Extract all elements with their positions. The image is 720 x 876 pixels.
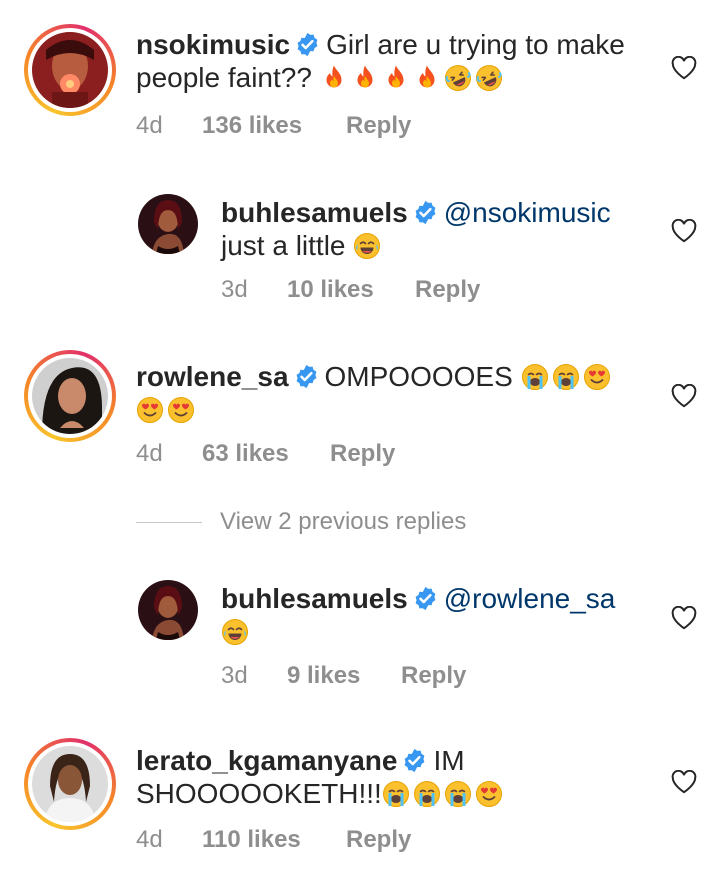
reply-buhlesamuels-2: buhlesamuels @rowlene_sa 3d 9 likes Reply	[0, 548, 720, 708]
username[interactable]: rowlene_sa	[136, 361, 289, 392]
comment-nsokimusic: nsokimusic Girl are u trying to make peop…	[0, 0, 720, 160]
comment-body: Girl are u trying to make	[326, 29, 625, 60]
heart-eyes-emoji	[583, 363, 611, 391]
username[interactable]: lerato_kgamanyane	[136, 745, 397, 776]
timestamp: 4d	[136, 112, 163, 139]
timestamp: 3d	[221, 662, 248, 689]
mention-link[interactable]: @nsokimusic	[444, 197, 611, 228]
comment-text: lerato_kgamanyane IM SHOOOOOKETH!!!	[136, 744, 656, 810]
avatar[interactable]	[138, 194, 198, 254]
fire-emoji	[382, 64, 410, 92]
verified-badge-icon	[295, 32, 320, 57]
sob-emoji	[552, 363, 580, 391]
reply-button[interactable]: Reply	[415, 276, 480, 304]
username[interactable]: buhlesamuels	[221, 197, 408, 228]
avatar-ring[interactable]	[24, 738, 116, 830]
comment-meta: 4d 136 likes Reply	[136, 112, 411, 140]
joy-emoji	[221, 618, 249, 646]
rofl-emoji	[475, 64, 503, 92]
reply-button[interactable]: Reply	[346, 112, 411, 140]
sob-emoji	[521, 363, 549, 391]
timestamp: 4d	[136, 826, 163, 853]
fire-emoji	[351, 64, 379, 92]
timestamp: 4d	[136, 440, 163, 467]
avatar-ring[interactable]	[24, 24, 116, 116]
comment-body: just a little	[221, 230, 346, 261]
comment-text: buhlesamuels @nsokimusic just a little	[221, 196, 651, 262]
avatar	[32, 746, 108, 822]
likes-count[interactable]: 136 likes	[202, 112, 346, 140]
timestamp: 3d	[221, 276, 248, 303]
comment-rowlene-sa: rowlene_sa OMPOOOOES 4d 63 likes Reply	[0, 330, 720, 490]
heart-outline-icon[interactable]	[671, 384, 697, 408]
comment-meta: 4d 63 likes Reply	[136, 440, 395, 468]
reply-buhlesamuels-1: buhlesamuels @nsokimusic just a little 3d…	[0, 160, 720, 320]
heart-outline-icon[interactable]	[671, 606, 697, 630]
comment-text: rowlene_sa OMPOOOOES	[136, 360, 656, 426]
heart-eyes-emoji	[475, 780, 503, 808]
sob-emoji	[413, 780, 441, 808]
reply-button[interactable]: Reply	[330, 440, 395, 468]
heart-outline-icon[interactable]	[671, 770, 697, 794]
fire-emoji	[413, 64, 441, 92]
comment-meta: 3d 9 likes Reply	[221, 662, 466, 690]
sob-emoji	[382, 780, 410, 808]
sob-emoji	[444, 780, 472, 808]
comment-body: OMPOOOOES	[324, 361, 513, 392]
heart-outline-icon[interactable]	[671, 219, 697, 243]
username[interactable]: buhlesamuels	[221, 583, 408, 614]
comment-lerato-kgamanyane: lerato_kgamanyane IM SHOOOOOKETH!!! 4d 11…	[0, 716, 720, 876]
heart-eyes-emoji	[167, 396, 195, 424]
verified-badge-icon	[413, 200, 438, 225]
mention-link[interactable]: @rowlene_sa	[444, 583, 616, 614]
avatar-ring[interactable]	[24, 350, 116, 442]
comment-text: buhlesamuels @rowlene_sa	[221, 582, 651, 648]
verified-badge-icon	[402, 748, 427, 773]
comment-body-2: people faint??	[136, 62, 312, 93]
likes-count[interactable]: 63 likes	[202, 440, 330, 468]
comment-meta: 4d 110 likes Reply	[136, 826, 411, 854]
comment-text: nsokimusic Girl are u trying to make peop…	[136, 28, 656, 94]
heart-eyes-emoji	[136, 396, 164, 424]
avatar	[32, 32, 108, 108]
comment-body-2: SHOOOOOKETH!!!	[136, 778, 382, 809]
divider-line	[136, 521, 202, 523]
likes-count[interactable]: 110 likes	[202, 826, 346, 854]
joy-emoji	[353, 232, 381, 260]
verified-badge-icon	[294, 364, 319, 389]
avatar[interactable]	[138, 580, 198, 640]
view-previous-replies[interactable]: View 2 previous replies	[136, 508, 466, 536]
comment-body: IM	[433, 745, 465, 776]
heart-outline-icon[interactable]	[671, 56, 697, 80]
likes-count[interactable]: 9 likes	[287, 662, 401, 690]
rofl-emoji	[444, 64, 472, 92]
fire-emoji	[320, 64, 348, 92]
likes-count[interactable]: 10 likes	[287, 276, 415, 304]
reply-button[interactable]: Reply	[401, 662, 466, 690]
view-replies-label[interactable]: View 2 previous replies	[220, 508, 466, 536]
comment-meta: 3d 10 likes Reply	[221, 276, 480, 304]
username[interactable]: nsokimusic	[136, 29, 290, 60]
avatar	[32, 358, 108, 434]
reply-button[interactable]: Reply	[346, 826, 411, 854]
verified-badge-icon	[413, 586, 438, 611]
